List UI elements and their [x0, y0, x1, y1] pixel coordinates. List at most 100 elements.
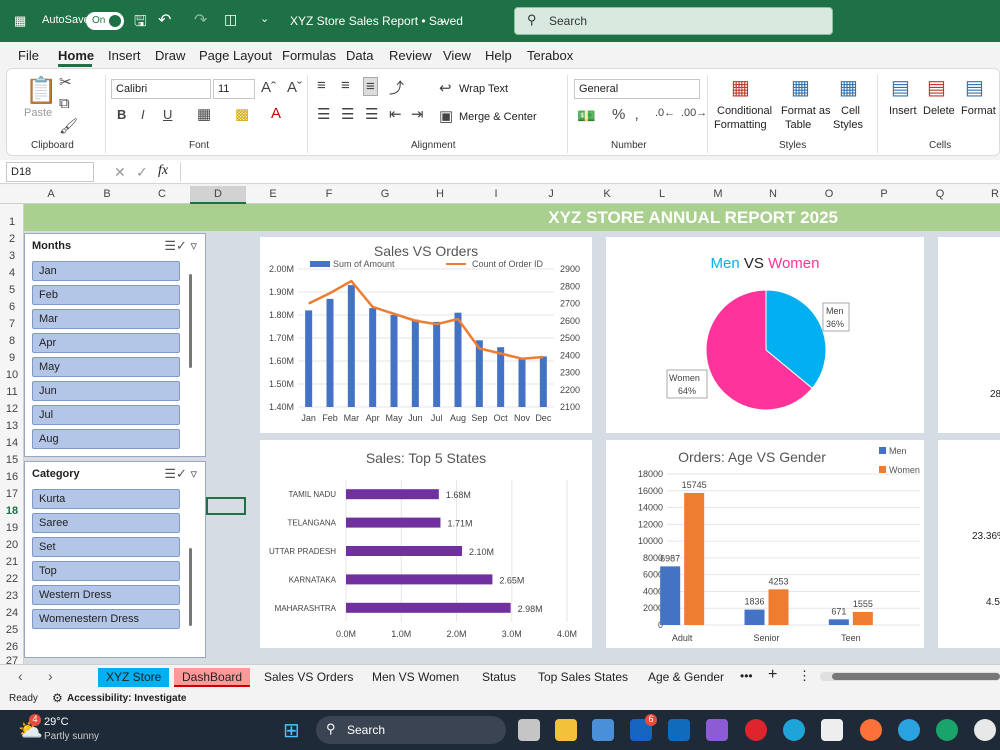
- table-label[interactable]: Table: [785, 119, 811, 131]
- wrap-text-button[interactable]: Wrap Text: [459, 83, 508, 95]
- column-header[interactable]: D: [208, 188, 228, 200]
- more-sheets-icon[interactable]: •••: [740, 669, 753, 683]
- insert-cells-icon[interactable]: ▤: [891, 75, 910, 100]
- task-view-icon[interactable]: [518, 719, 540, 741]
- slicer-item-womenestern-dress[interactable]: Womenestern Dress: [32, 609, 180, 629]
- row-header[interactable]: 2: [0, 233, 24, 245]
- copilot-icon[interactable]: [706, 719, 728, 741]
- row-header-selected[interactable]: 18: [0, 505, 24, 517]
- slicer-filter-icon[interactable]: ☰✓ ▿: [164, 466, 197, 482]
- comma-icon[interactable]: ‚: [635, 106, 638, 123]
- underline-icon[interactable]: U: [163, 107, 172, 122]
- row-header[interactable]: 13: [0, 420, 24, 432]
- paste-icon[interactable]: 📋: [25, 75, 57, 106]
- windows-start-icon[interactable]: ⊞: [283, 718, 300, 743]
- redo-icon[interactable]: ↷: [194, 10, 207, 30]
- align-center-icon[interactable]: ☰: [341, 105, 354, 123]
- row-header[interactable]: 16: [0, 471, 24, 483]
- row-header[interactable]: 4: [0, 267, 24, 279]
- row-header[interactable]: 15: [0, 454, 24, 466]
- row-header[interactable]: 6: [0, 301, 24, 313]
- row-header[interactable]: 20: [0, 539, 24, 551]
- insert-button[interactable]: Insert: [889, 105, 917, 117]
- menu-view[interactable]: View: [443, 48, 471, 63]
- menu-page-layout[interactable]: Page Layout: [199, 48, 272, 63]
- men-vs-women-chart[interactable]: Men VS Women Men 36% Women 64%: [606, 237, 924, 433]
- slicer-item-jun[interactable]: Jun: [32, 381, 180, 401]
- align-right-icon[interactable]: ☰: [365, 105, 378, 123]
- sales-vs-orders-chart[interactable]: Sales VS Orders Sum of Amount Count of Ord…: [260, 237, 592, 433]
- row-header[interactable]: 24: [0, 607, 24, 619]
- telegram-icon[interactable]: [898, 719, 920, 741]
- file-explorer-icon[interactable]: [555, 719, 577, 741]
- merge-icon[interactable]: ▣: [439, 107, 453, 125]
- undo-icon[interactable]: ↶: [158, 10, 171, 30]
- edge-icon[interactable]: [783, 719, 805, 741]
- opera-icon[interactable]: [745, 719, 767, 741]
- slicer-item-may[interactable]: May: [32, 357, 180, 377]
- format-as-table-label[interactable]: Format as: [781, 105, 831, 117]
- row-header[interactable]: 14: [0, 437, 24, 449]
- align-top-icon[interactable]: ≡: [317, 77, 326, 94]
- orientation-icon[interactable]: ⤴: [389, 77, 404, 98]
- accounting-icon[interactable]: 💵: [577, 107, 596, 125]
- add-sheet-icon[interactable]: +: [768, 666, 777, 684]
- wrap-text-icon[interactable]: ↩: [439, 79, 452, 97]
- cancel-icon[interactable]: ✕: [114, 164, 126, 181]
- app-icon[interactable]: [936, 719, 958, 741]
- accessibility-status[interactable]: Accessibility: Investigate: [67, 693, 187, 704]
- row-header[interactable]: 10: [0, 369, 24, 381]
- column-header[interactable]: O: [819, 188, 839, 200]
- column-header[interactable]: N: [763, 188, 783, 200]
- column-header[interactable]: F: [319, 188, 339, 200]
- row-header[interactable]: 12: [0, 403, 24, 415]
- column-header[interactable]: M: [708, 188, 728, 200]
- row-header[interactable]: 19: [0, 522, 24, 534]
- tab-sales-vs-orders[interactable]: Sales VS Orders: [256, 668, 361, 687]
- number-format-select[interactable]: General: [574, 79, 700, 99]
- tab-top-sales-states[interactable]: Top Sales States: [530, 668, 636, 687]
- form-icon[interactable]: ◫: [224, 11, 237, 28]
- row-header[interactable]: 5: [0, 284, 24, 296]
- row-header[interactable]: 11: [0, 386, 24, 398]
- scrollbar-thumb[interactable]: [832, 673, 1000, 680]
- column-header[interactable]: L: [652, 188, 672, 200]
- tab-status[interactable]: Status: [474, 668, 524, 687]
- slicer-item-top[interactable]: Top: [32, 561, 180, 581]
- increase-decimal-icon[interactable]: .0←: [655, 107, 675, 119]
- align-left-icon[interactable]: ☰: [317, 105, 330, 123]
- tab-men-vs-women[interactable]: Men VS Women: [364, 668, 467, 687]
- firefox-icon[interactable]: [860, 719, 882, 741]
- indent-icon[interactable]: ⇤: [389, 105, 402, 123]
- options-icon[interactable]: ⋮: [798, 668, 811, 684]
- format-painter-icon[interactable]: 🖌: [59, 117, 78, 135]
- formula-input[interactable]: [180, 162, 996, 182]
- menu-insert[interactable]: Insert: [108, 48, 141, 63]
- menu-formulas[interactable]: Formulas: [282, 48, 336, 63]
- slicer-item-aug[interactable]: Aug: [32, 429, 180, 449]
- delete-button[interactable]: Delete: [923, 105, 955, 117]
- row-header[interactable]: 22: [0, 573, 24, 585]
- notion-icon[interactable]: [821, 719, 843, 741]
- row-header[interactable]: 23: [0, 590, 24, 602]
- font-color-icon[interactable]: A: [271, 105, 281, 122]
- borders-icon[interactable]: ▦: [197, 105, 211, 123]
- menu-data[interactable]: Data: [346, 48, 373, 63]
- row-header[interactable]: 26: [0, 641, 24, 653]
- tab-age-gender[interactable]: Age & Gender: [640, 668, 732, 687]
- column-header[interactable]: K: [597, 188, 617, 200]
- merge-center-button[interactable]: Merge & Center: [459, 111, 537, 123]
- decrease-font-icon[interactable]: Aˇ: [287, 79, 302, 96]
- cut-icon[interactable]: ✂: [59, 73, 72, 91]
- insert-function-icon[interactable]: fx: [158, 163, 168, 179]
- selected-cell[interactable]: [206, 497, 246, 515]
- row-header[interactable]: 7: [0, 318, 24, 330]
- chevron-down-icon[interactable]: ⌄: [438, 12, 448, 26]
- format-as-table-icon[interactable]: ▦: [791, 75, 810, 100]
- top-states-chart[interactable]: Sales: Top 5 States 0.0M 1.0M 2.0M 3.0M 4.0M T…: [260, 440, 592, 648]
- styles-button-label[interactable]: Styles: [833, 119, 863, 131]
- scroll-left-icon[interactable]: ‹: [18, 668, 23, 684]
- bold-icon[interactable]: B: [117, 107, 126, 122]
- row-header[interactable]: 17: [0, 488, 24, 500]
- align-middle-icon[interactable]: ≡: [341, 77, 350, 94]
